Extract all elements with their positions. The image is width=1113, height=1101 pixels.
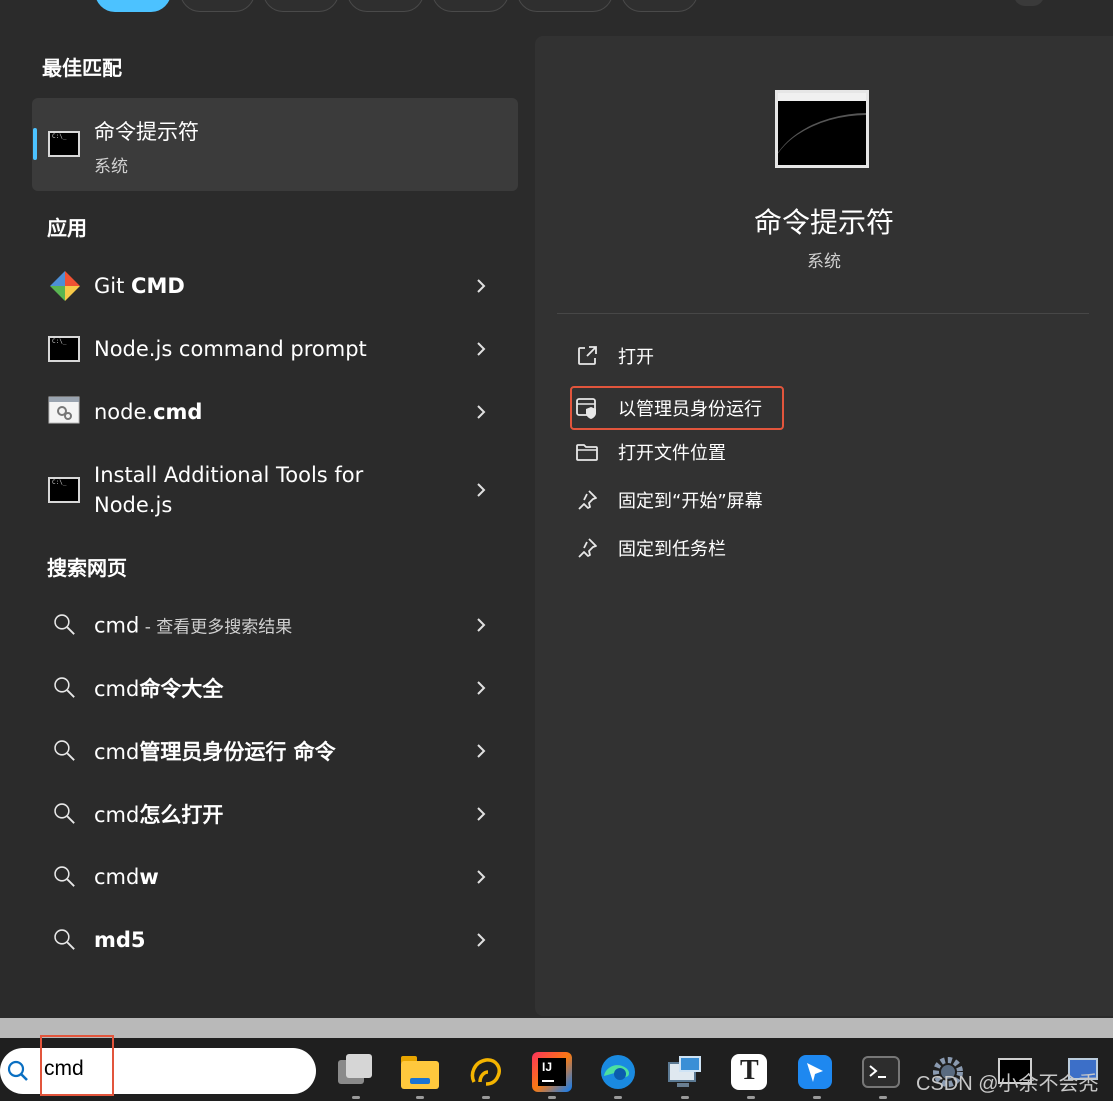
chevron-right-icon[interactable] [474, 615, 488, 635]
app-item-label: Node.js command prompt [94, 337, 367, 361]
selection-indicator [33, 128, 37, 160]
best-match-item[interactable]: 命令提示符 系统 [32, 98, 518, 191]
running-indicator [813, 1096, 821, 1099]
chevron-right-icon[interactable] [474, 480, 488, 500]
chevron-right-icon[interactable] [474, 741, 488, 761]
cmd-icon [48, 131, 80, 157]
action-label: 固定到“开始”屏幕 [618, 491, 763, 512]
web-result-item[interactable]: cmd管理员身份运行 命令 [32, 721, 518, 781]
chevron-right-icon[interactable] [474, 804, 488, 824]
action-pin-to-start[interactable]: 固定到“开始”屏幕 [571, 480, 791, 520]
section-apps: 应用 [47, 216, 87, 240]
chevron-right-icon[interactable] [474, 402, 488, 422]
cmd-icon [48, 473, 82, 507]
action-run-as-admin[interactable]: 以管理员身份运行 [570, 386, 784, 430]
running-indicator [352, 1096, 360, 1099]
running-indicator [747, 1096, 755, 1099]
chevron-right-icon[interactable] [474, 339, 488, 359]
section-best-match: 最佳匹配 [42, 56, 122, 80]
running-indicator [879, 1096, 887, 1099]
divider [557, 313, 1089, 314]
web-result-item[interactable]: cmd - 查看更多搜索结果 [32, 595, 518, 655]
typora-icon[interactable]: T [731, 1054, 767, 1090]
action-open[interactable]: 打开 [571, 336, 791, 376]
web-result-item[interactable]: cmd怎么打开 [32, 784, 518, 844]
best-match-subtitle: 系统 [94, 157, 128, 177]
cmd-icon [48, 332, 82, 366]
remote-desktop-icon[interactable] [665, 1052, 705, 1092]
action-label: 打开 [618, 347, 654, 368]
running-indicator [614, 1096, 622, 1099]
pin-icon [578, 490, 597, 510]
action-label: 固定到任务栏 [618, 539, 726, 560]
batch-file-icon [48, 395, 82, 429]
watermark: CSDN @小余不会秃 [916, 1073, 1099, 1095]
search-icon [54, 740, 75, 761]
feishu-icon[interactable] [798, 1055, 832, 1089]
web-result-label: cmd管理员身份运行 命令 [94, 740, 336, 764]
web-result-label: cmd - 查看更多搜索结果 [94, 613, 293, 638]
action-open-file-location[interactable]: 打开文件位置 [571, 432, 791, 472]
search-icon [54, 677, 75, 698]
filter-chip[interactable] [621, 0, 698, 12]
search-icon [54, 866, 75, 887]
best-match-title: 命令提示符 [94, 120, 199, 144]
preview-pane: 命令提示符 系统 打开 以管理员身份运行 打开文件位置 固定到“开始”屏幕 固定… [535, 36, 1113, 1016]
running-indicator [416, 1096, 424, 1099]
app-item-install-tools[interactable]: Install Additional Tools for Node.js [32, 450, 518, 530]
chevron-right-icon[interactable] [474, 867, 488, 887]
running-indicator [548, 1096, 556, 1099]
web-result-item[interactable]: md5 [32, 910, 518, 970]
folder-icon[interactable] [400, 1052, 440, 1092]
preview-subtitle: 系统 [807, 252, 841, 272]
app-item-nodejs-prompt[interactable]: Node.js command prompt [32, 319, 518, 379]
web-result-item[interactable]: cmdw [32, 847, 518, 907]
search-icon [54, 803, 75, 824]
pin-icon [578, 538, 597, 558]
search-icon [54, 614, 75, 635]
app-item-git-cmd[interactable]: Git CMD [32, 256, 518, 316]
intellij-idea-icon[interactable]: IJ [532, 1052, 572, 1092]
web-result-label: cmdw [94, 865, 159, 889]
app-item-label: node.cmd [94, 400, 203, 424]
app-preview-image [775, 90, 869, 168]
app-item-label: Install Additional Tools for Node.js [94, 463, 364, 517]
running-indicator [482, 1096, 490, 1099]
results-column: 最佳匹配 命令提示符 系统 应用 Git CMD [0, 0, 535, 1018]
search-panel: 最佳匹配 命令提示符 系统 应用 Git CMD [0, 0, 1113, 1018]
web-result-label: cmd命令大全 [94, 677, 224, 701]
chevron-right-icon[interactable] [474, 276, 488, 296]
running-indicator [681, 1096, 689, 1099]
web-result-item[interactable]: cmd命令大全 [32, 658, 518, 718]
preview-title: 命令提示符 [753, 206, 894, 239]
edge-icon[interactable] [598, 1052, 638, 1092]
folder-icon [576, 444, 598, 461]
section-web: 搜索网页 [47, 556, 127, 580]
terminal-icon[interactable] [862, 1056, 900, 1088]
search-input-highlight [40, 1035, 114, 1096]
action-label: 以管理员身份运行 [618, 399, 762, 420]
file-explorer-icon[interactable] [336, 1052, 376, 1092]
navicat-icon[interactable] [466, 1052, 506, 1092]
shield-admin-icon [576, 398, 596, 419]
more-options-icon[interactable] [1014, 0, 1044, 6]
app-item-label: Git CMD [94, 274, 185, 298]
action-pin-to-taskbar[interactable]: 固定到任务栏 [571, 528, 791, 568]
open-external-icon [578, 346, 597, 365]
chevron-right-icon[interactable] [474, 930, 488, 950]
web-result-label: md5 [94, 928, 146, 952]
action-label: 打开文件位置 [618, 443, 726, 464]
git-icon [48, 269, 82, 303]
app-item-node-cmd[interactable]: node.cmd [32, 382, 518, 442]
web-result-label: cmd怎么打开 [94, 803, 224, 827]
search-icon [7, 1060, 28, 1081]
search-icon [54, 929, 75, 950]
chevron-right-icon[interactable] [474, 678, 488, 698]
